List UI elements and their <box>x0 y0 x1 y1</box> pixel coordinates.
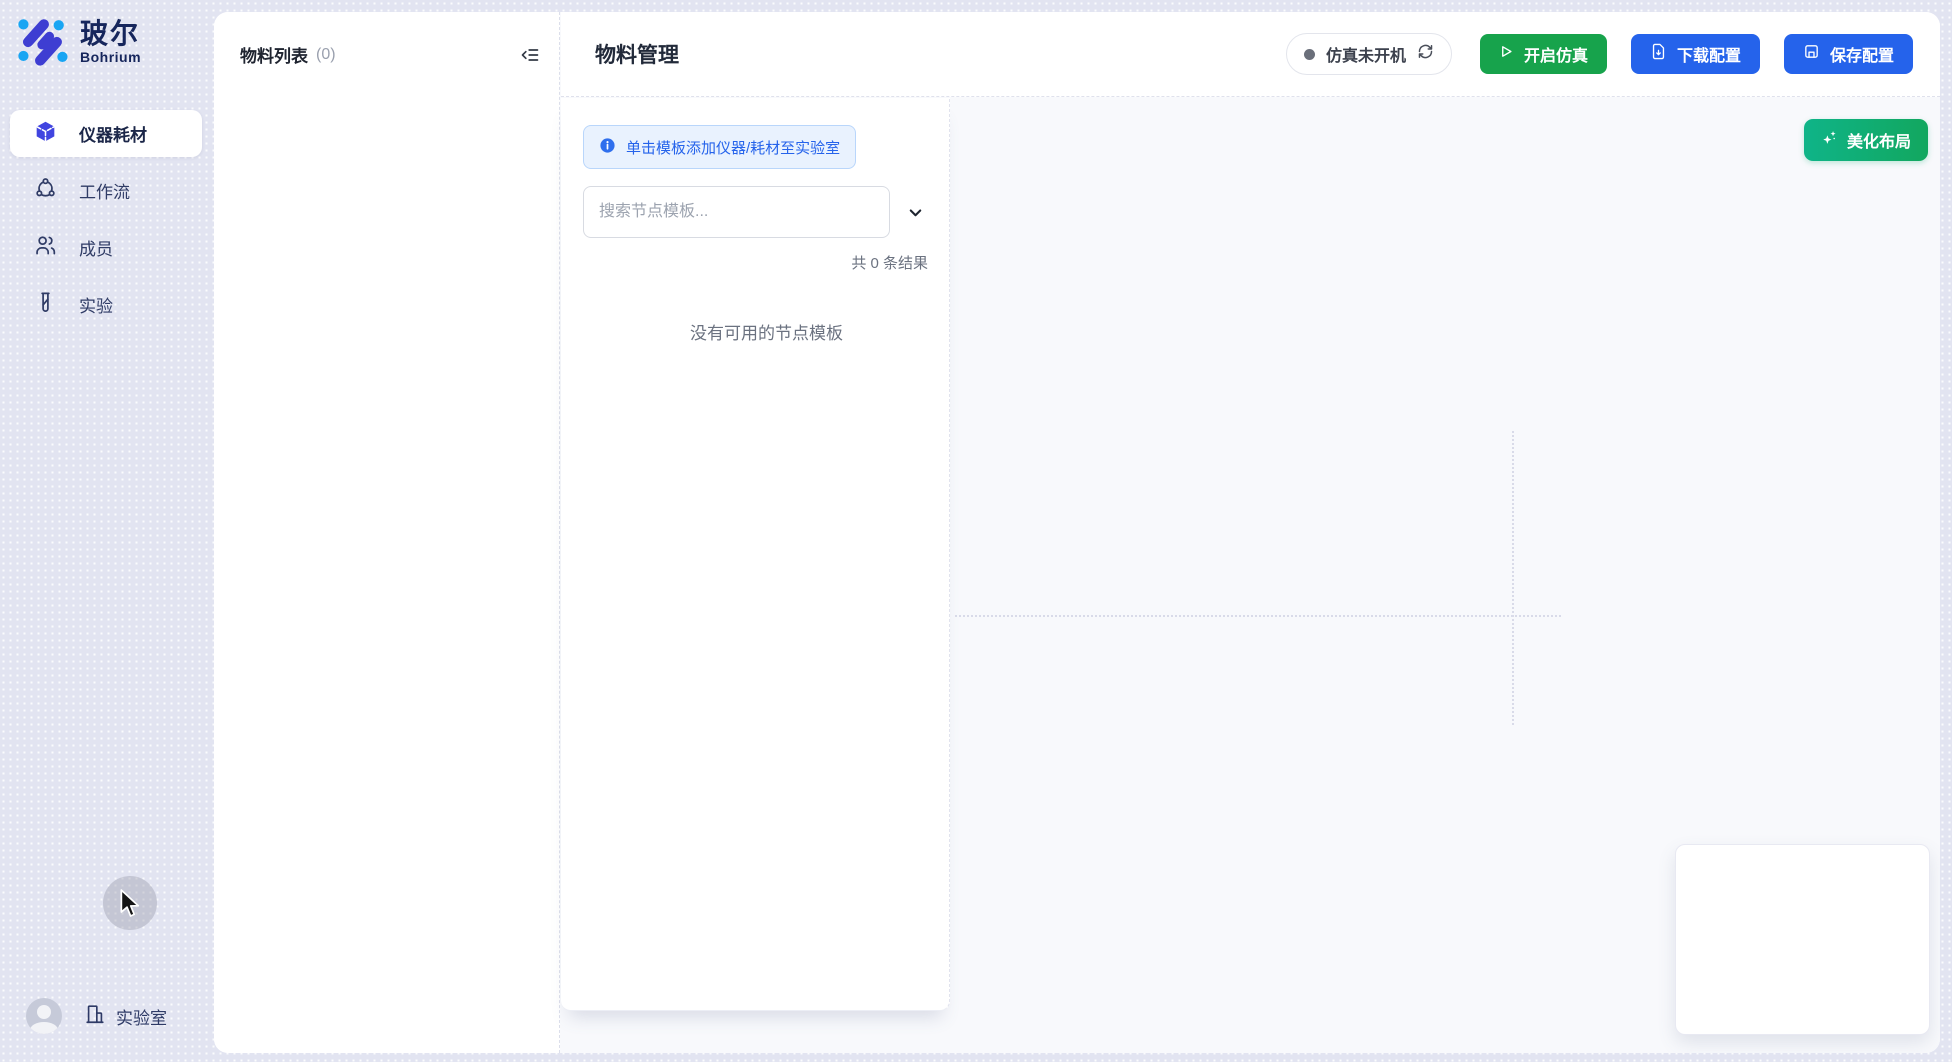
sidebar-item-experiments[interactable]: 实验 <box>10 281 202 328</box>
beautify-layout-label: 美化布局 <box>1847 128 1911 152</box>
info-icon <box>599 137 616 158</box>
page-header: 物料管理 仿真未开机 开启仿真 <box>561 12 1940 97</box>
sidebar-item-label: 仪器耗材 <box>79 121 147 146</box>
cube-icon <box>34 120 57 148</box>
template-search-input[interactable] <box>583 186 890 238</box>
search-results-count: 共 0 条结果 <box>583 252 928 273</box>
file-download-icon <box>1650 43 1667 65</box>
alignment-guide-horizontal <box>955 615 1561 617</box>
brand-logo: 玻尔 Bohrium <box>16 16 141 68</box>
brand-text: 玻尔 Bohrium <box>80 19 141 66</box>
start-simulation-label: 开启仿真 <box>1524 42 1588 66</box>
play-icon <box>1499 44 1514 64</box>
refresh-icon[interactable] <box>1417 43 1434 65</box>
sidebar-nav: 仪器耗材 工作流 <box>10 110 202 328</box>
status-label: 仿真未开机 <box>1326 42 1406 66</box>
simulation-status-chip[interactable]: 仿真未开机 <box>1286 33 1452 75</box>
test-tube-icon <box>34 291 57 319</box>
app-root: 玻尔 Bohrium 仪器耗材 <box>0 0 1952 1062</box>
start-simulation-button[interactable]: 开启仿真 <box>1480 34 1607 74</box>
empty-templates-message: 没有可用的节点模板 <box>583 319 950 344</box>
sidebar-item-label: 成员 <box>79 235 113 260</box>
brand-title: 玻尔 <box>80 19 141 50</box>
download-config-label: 下载配置 <box>1677 42 1741 66</box>
materials-panel-header: 物料列表 (0) <box>214 12 559 67</box>
node-template-panel: 单击模板添加仪器/耗材至实验室 共 0 条结果 没有可用的节点模板 <box>561 98 950 1011</box>
save-config-label: 保存配置 <box>1830 42 1894 66</box>
brand-subtitle: Bohrium <box>80 49 141 65</box>
chevron-down-icon[interactable] <box>902 199 928 225</box>
materials-panel: 物料列表 (0) <box>214 12 560 1053</box>
save-config-button[interactable]: 保存配置 <box>1784 34 1913 74</box>
status-dot-icon <box>1304 49 1315 60</box>
template-search-row <box>583 186 949 238</box>
template-hint-banner: 单击模板添加仪器/耗材至实验室 <box>583 125 856 169</box>
sidebar-item-label: 实验 <box>79 292 113 317</box>
page-title: 物料管理 <box>595 39 679 69</box>
download-config-button[interactable]: 下载配置 <box>1631 34 1760 74</box>
sidebar-item-members[interactable]: 成员 <box>10 224 202 271</box>
minimap-panel[interactable] <box>1675 844 1930 1035</box>
lab-label: 实验室 <box>116 1004 167 1029</box>
alignment-guide-vertical <box>1512 431 1514 725</box>
sparkles-icon <box>1821 129 1838 151</box>
bohrium-logo-icon <box>16 16 68 68</box>
collapse-panel-icon[interactable] <box>519 44 541 66</box>
flow-canvas[interactable]: 单击模板添加仪器/耗材至实验室 共 0 条结果 没有可用的节点模板 <box>561 98 1940 1053</box>
sidebar-item-workflow[interactable]: 工作流 <box>10 167 202 214</box>
sidebar-item-instruments[interactable]: 仪器耗材 <box>10 110 202 157</box>
user-avatar[interactable] <box>26 998 62 1034</box>
users-icon <box>34 234 57 262</box>
materials-count: (0) <box>316 46 336 64</box>
beautify-layout-button[interactable]: 美化布局 <box>1804 119 1928 161</box>
lab-switcher[interactable]: 实验室 <box>84 1003 167 1030</box>
workflow-icon <box>34 177 57 205</box>
materials-panel-title: 物料列表 <box>240 42 308 67</box>
main-window: 物料列表 (0) 物料管理 仿真未开机 <box>214 12 1940 1053</box>
template-hint-text: 单击模板添加仪器/耗材至实验室 <box>626 137 840 158</box>
building-icon <box>84 1003 106 1030</box>
sidebar-item-label: 工作流 <box>79 178 130 203</box>
save-icon <box>1803 43 1820 65</box>
sidebar: 玻尔 Bohrium 仪器耗材 <box>0 0 214 1062</box>
sidebar-footer: 实验室 <box>26 998 167 1034</box>
